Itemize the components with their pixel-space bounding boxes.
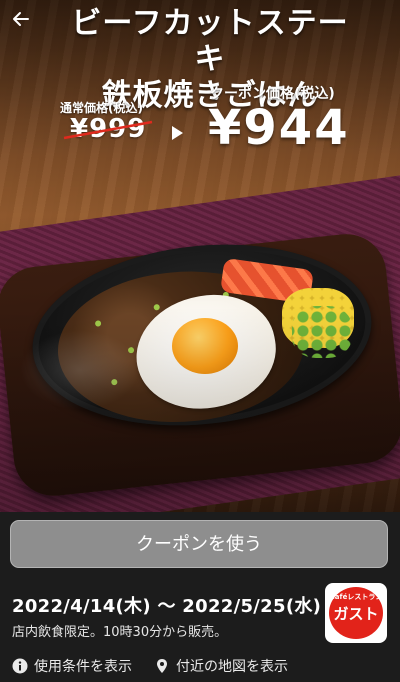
price-arrow-icon [172, 126, 183, 140]
use-coupon-button[interactable]: クーポンを使う [10, 520, 388, 568]
show-terms-label: 使用条件を表示 [34, 659, 132, 675]
logo-subtitle: Caféレストラン [329, 593, 383, 601]
logo-name: ガスト [333, 605, 379, 623]
show-map-link[interactable]: 付近の地図を表示 [154, 655, 288, 677]
show-terms-link[interactable]: 使用条件を表示 [12, 655, 132, 677]
coupon-price: ¥944 [208, 100, 350, 156]
title-line-1: ビーフカットステーキ [71, 6, 349, 77]
location-pin-icon [154, 658, 170, 674]
back-arrow-icon[interactable] [10, 8, 32, 30]
regular-price: ¥999 [70, 114, 147, 144]
show-map-label: 付近の地図を表示 [176, 659, 288, 675]
info-icon [12, 658, 28, 674]
coupon-note: 店内飲食限定。10時30分から販売。 [12, 625, 228, 640]
gusto-logo: Caféレストラン ガスト [325, 583, 387, 643]
coupon-period: 2022/4/14(木) ～ 2022/5/25(水) [12, 596, 322, 617]
